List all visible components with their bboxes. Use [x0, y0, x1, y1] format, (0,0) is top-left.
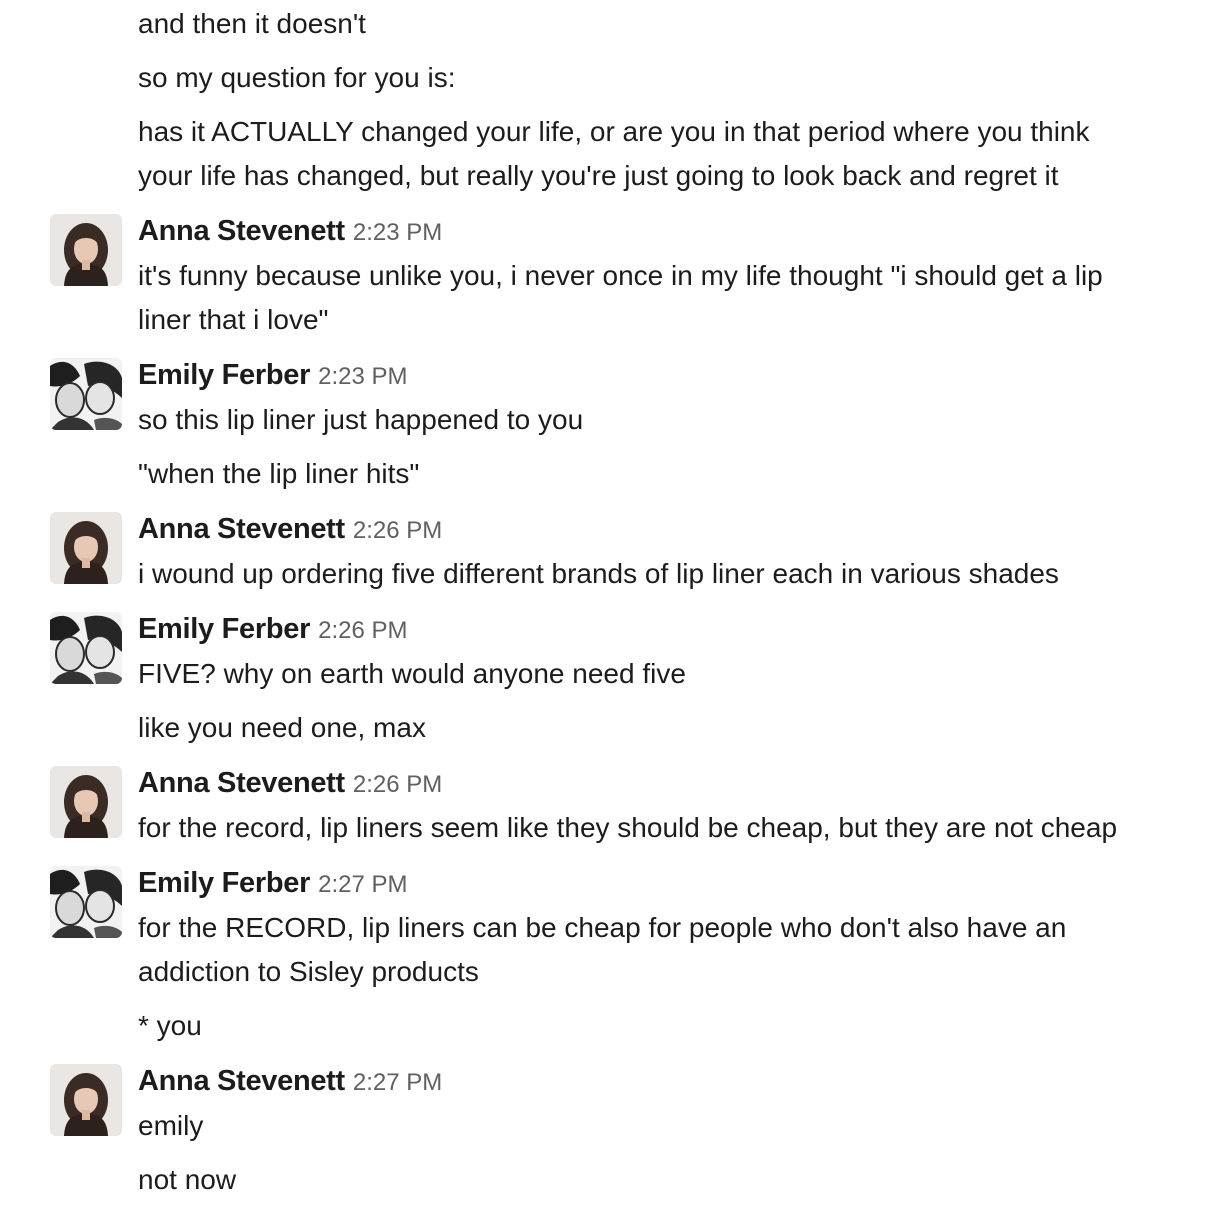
- message-text: liner that i love": [138, 304, 329, 335]
- message-text: your life has changed, but really you're…: [138, 160, 1059, 191]
- message-header: Emily Ferber 2:27 PM: [138, 865, 407, 906]
- author-name[interactable]: Emily Ferber: [138, 867, 310, 899]
- author-name[interactable]: Emily Ferber: [138, 359, 310, 391]
- timestamp[interactable]: 2:26 PM: [318, 617, 407, 644]
- message-text: i wound up ordering five different brand…: [138, 558, 1059, 589]
- message-header: Anna Stevenett 2:26 PM: [138, 511, 442, 552]
- author-name[interactable]: Anna Stevenett: [138, 215, 345, 247]
- message-text: addiction to Sisley products: [138, 956, 479, 987]
- message-text: FIVE? why on earth would anyone need fiv…: [138, 658, 686, 689]
- timestamp[interactable]: 2:27 PM: [318, 871, 407, 898]
- message-text: for the RECORD, lip liners can be cheap …: [138, 912, 1067, 943]
- anna-avatar[interactable]: [50, 1064, 122, 1136]
- timestamp[interactable]: 2:27 PM: [353, 1069, 442, 1096]
- anna-avatar[interactable]: [50, 766, 122, 838]
- message-text: has it ACTUALLY changed your life, or ar…: [138, 116, 1090, 147]
- message-header: Anna Stevenett 2:27 PM: [138, 1063, 442, 1104]
- message-text: not now: [138, 1164, 237, 1195]
- timestamp[interactable]: 2:23 PM: [353, 219, 442, 246]
- message-text: "when the lip liner hits": [138, 458, 420, 489]
- message-text: and then it doesn't: [138, 8, 366, 39]
- message-text: for the record, lip liners seem like the…: [138, 812, 1118, 843]
- message-header: Anna Stevenett 2:23 PM: [138, 213, 442, 254]
- message-header: Emily Ferber 2:26 PM: [138, 611, 407, 652]
- message-text: so my question for you is:: [138, 62, 456, 93]
- message-text: emily: [138, 1110, 204, 1141]
- emily-avatar[interactable]: [50, 612, 122, 684]
- anna-avatar[interactable]: [50, 214, 122, 286]
- author-name[interactable]: Anna Stevenett: [138, 513, 345, 545]
- anna-avatar[interactable]: [50, 512, 122, 584]
- message-text: * you: [138, 1010, 202, 1041]
- message-text: it's funny because unlike you, i never o…: [138, 260, 1103, 291]
- message-text: like you need one, max: [138, 712, 426, 743]
- author-name[interactable]: Anna Stevenett: [138, 1065, 345, 1097]
- author-name[interactable]: Anna Stevenett: [138, 767, 345, 799]
- timestamp[interactable]: 2:26 PM: [353, 771, 442, 798]
- message-text: so this lip liner just happened to you: [138, 404, 584, 435]
- timestamp[interactable]: 2:23 PM: [318, 363, 407, 390]
- message-list: and then it doesn't so my question for y…: [0, 0, 1232, 1210]
- author-name[interactable]: Emily Ferber: [138, 613, 310, 645]
- timestamp[interactable]: 2:26 PM: [353, 517, 442, 544]
- emily-avatar[interactable]: [50, 358, 122, 430]
- message-header: Emily Ferber 2:23 PM: [138, 357, 407, 398]
- emily-avatar[interactable]: [50, 866, 122, 938]
- message-header: Anna Stevenett 2:26 PM: [138, 765, 442, 806]
